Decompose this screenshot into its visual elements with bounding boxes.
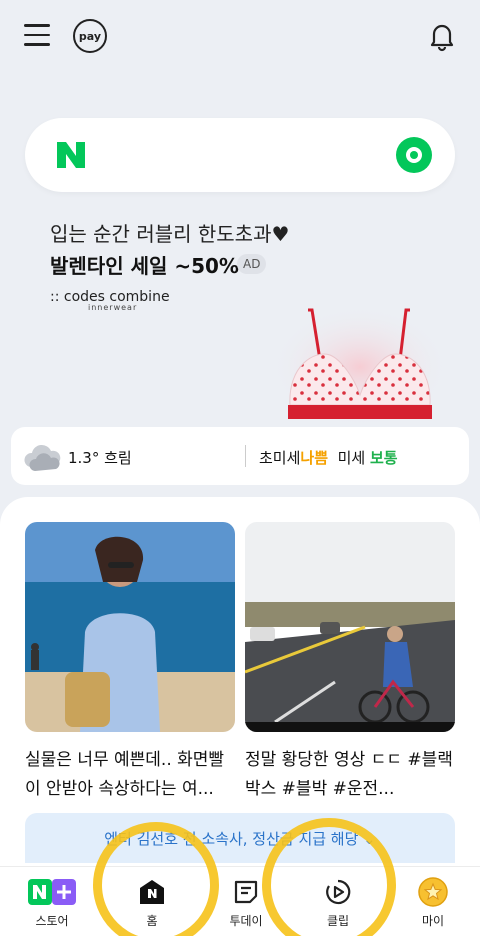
tab-label: 마이 xyxy=(421,914,445,928)
tab-store[interactable]: 스토어 xyxy=(4,867,100,936)
pay-label: pay xyxy=(78,29,102,43)
tab-today[interactable]: 투데이 xyxy=(198,867,294,936)
entertainment-banner[interactable]: 엔터 김선호 전 소속사, 정산금 지급 해당 ⌄ xyxy=(25,813,455,863)
ad-headline: 입는 순간 러블리 한도초과♥ xyxy=(50,222,290,246)
brand-logo: :: codes combine innerwear xyxy=(50,289,170,312)
card-caption: 정말 황당한 영상 ㄷㄷ #블랙박스 #블박 #운전... xyxy=(245,750,453,799)
card-thumbnail xyxy=(244,522,455,732)
ad-title: 발렌타인 세일 ~50% xyxy=(50,254,239,278)
my-icon xyxy=(418,877,448,907)
tab-label: 스토어 xyxy=(35,914,69,928)
bottom-tab-bar: 스토어 홈 투데이 클립 마이 xyxy=(0,866,480,936)
fine-dust-label: 초미세 xyxy=(259,449,301,467)
ad-banner[interactable]: 입는 순간 러블리 한도초과♥ 발렌타인 세일 ~50% AD :: codes… xyxy=(0,205,480,429)
tab-clip[interactable]: 클립 xyxy=(290,867,386,936)
tab-label: 투데이 xyxy=(229,914,263,928)
temperature: 1.3° 흐림 xyxy=(68,449,132,467)
dust-info: 초미세나쁨 미세 보통 xyxy=(259,447,398,468)
naver-logo-icon xyxy=(57,142,85,168)
clip-icon xyxy=(326,879,351,905)
pay-button[interactable]: pay xyxy=(73,19,107,53)
store-icon xyxy=(28,879,76,905)
feed-card[interactable]: 정말 황당한 영상 ㄷㄷ #블랙박스 #블박 #운전... xyxy=(244,522,455,806)
top-bar: pay xyxy=(0,0,480,76)
bell-icon[interactable] xyxy=(426,20,458,52)
search-bar[interactable] xyxy=(25,118,455,192)
card-thumbnail xyxy=(25,522,235,732)
product-image xyxy=(270,305,450,429)
ad-badge: AD xyxy=(237,254,267,274)
today-icon xyxy=(234,880,258,904)
weather-widget[interactable]: 1.3° 흐림 초미세나쁨 미세 보통 xyxy=(11,427,469,485)
dust-value: 보통 xyxy=(369,449,398,467)
card-caption: 실물은 너무 예쁜데.. 화면빨이 안받아 속상하다는 여... xyxy=(25,750,225,799)
green-lens-icon[interactable] xyxy=(395,136,433,174)
content-feed: 실물은 너무 예쁜데.. 화면빨이 안받아 속상하다는 여... 정말 황당한 … xyxy=(0,497,480,867)
divider xyxy=(245,445,246,467)
feed-card[interactable]: 실물은 너무 예쁜데.. 화면빨이 안받아 속상하다는 여... xyxy=(25,522,235,806)
tab-home[interactable]: 홈 xyxy=(104,867,200,936)
dust-label: 미세 xyxy=(337,449,366,467)
home-icon xyxy=(140,880,164,904)
menu-icon[interactable] xyxy=(24,24,50,46)
cloud-icon xyxy=(24,444,61,471)
fine-dust-value: 나쁨 xyxy=(300,449,329,467)
tab-label: 홈 xyxy=(146,914,158,928)
tab-my[interactable]: 마이 xyxy=(385,867,480,936)
tab-label: 클립 xyxy=(326,914,350,928)
